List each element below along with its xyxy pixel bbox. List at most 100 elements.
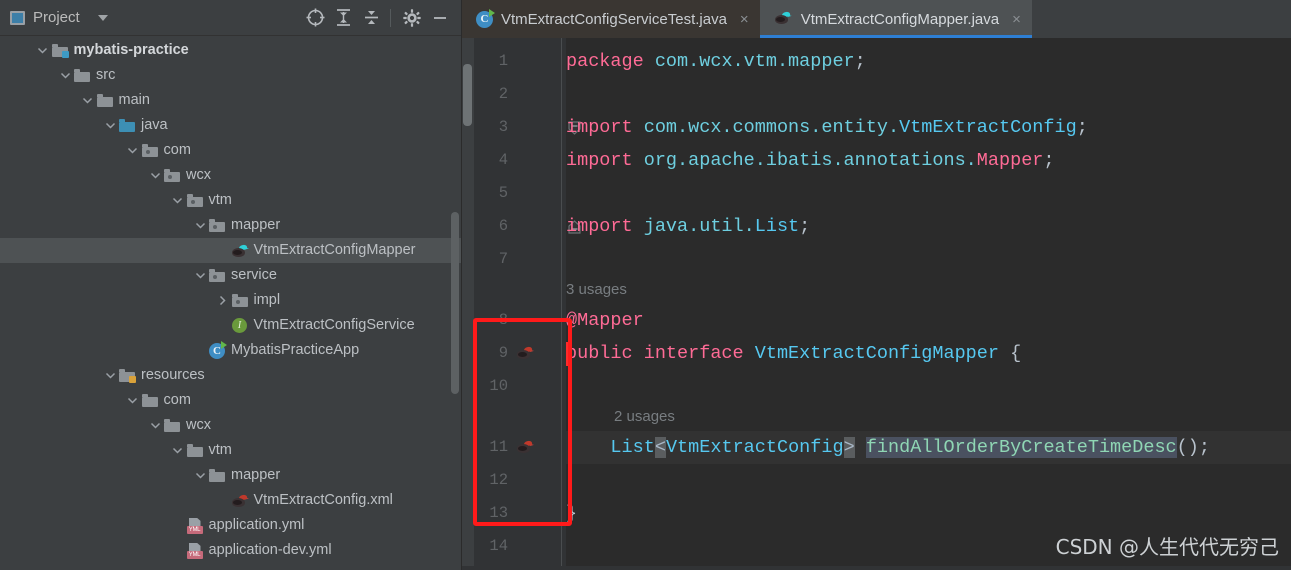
code-token: import [566,216,644,237]
code-line[interactable]: import com.wcx.commons.entity.VtmExtract… [566,111,1291,144]
gear-icon[interactable] [399,5,425,31]
line-number: 12 [489,471,508,489]
tree-row[interactable]: VtmExtractConfig.xml [0,488,461,513]
code-line[interactable] [566,464,1291,497]
code-editor[interactable]: 1 2 3 4 5 6 7 8 9 10 11 12 13 14 package com.wcx.vtm.… [462,38,1291,570]
tree-twisty-placeholder [192,343,208,359]
editor-area: C VtmExtractConfigServiceTest.java × VtmExt… [462,0,1291,570]
chevron-down-icon[interactable] [147,168,163,184]
project-tree-scrollbar[interactable] [451,212,459,394]
code-token: interface [643,343,755,364]
tree-row[interactable]: YML application.yml [0,513,461,538]
tree-row[interactable]: main [0,88,461,113]
mybatis-statement-icon[interactable] [516,337,534,370]
editor-bottom-edge [462,566,1291,570]
project-title: Project [33,9,80,26]
chevron-down-icon[interactable] [97,14,108,21]
tree-row[interactable]: com [0,388,461,413]
chevron-down-icon[interactable] [170,443,186,459]
project-tree-scroll-area[interactable]: mybatis-practice src main java com wcx vtm mapp… [0,36,461,570]
package-icon [208,268,226,284]
tree-row[interactable]: mapper [0,463,461,488]
tree-row[interactable]: com [0,138,461,163]
mybatis-mapper-icon [231,243,249,259]
code-line[interactable] [566,243,1291,276]
tree-row[interactable]: impl [0,288,461,313]
tree-row[interactable]: YML application-dev.yml [0,538,461,563]
code-content[interactable]: package com.wcx.vtm.mapper; import com.wc… [566,38,1291,570]
chevron-down-icon[interactable] [125,143,141,159]
tree-row[interactable]: wcx [0,413,461,438]
chevron-down-icon[interactable] [102,118,118,134]
chevron-down-icon[interactable] [192,218,208,234]
code-line[interactable]: public interface VtmExtractConfigMapper … [566,337,1291,370]
interface-icon: I [231,318,249,334]
expand-all-icon[interactable] [330,5,356,31]
tree-row-label: impl [253,292,281,309]
chevron-down-icon[interactable] [80,93,96,109]
line-number: 4 [498,151,508,169]
tree-row[interactable]: resources [0,363,461,388]
code-line[interactable]: package com.wcx.vtm.mapper; [566,45,1291,78]
chevron-down-icon[interactable] [192,468,208,484]
code-token: List [610,437,655,458]
code-token: VtmExtractConfig [899,117,1077,138]
code-line[interactable]: import java.util.List; [566,210,1291,243]
tree-row-label: VtmExtractConfig.xml [253,492,393,509]
tree-twisty-placeholder [170,518,186,534]
tree-row[interactable]: wcx [0,163,461,188]
chevron-down-icon[interactable] [192,268,208,284]
chevron-down-icon[interactable] [102,368,118,384]
tree-row[interactable]: mybatis-practice [0,38,461,63]
code-line[interactable]: } [566,497,1291,530]
close-icon[interactable]: × [740,12,749,27]
editor-scroll-thumb[interactable] [463,64,472,126]
code-token: VtmExtractConfig [665,437,844,458]
code-line[interactable]: import org.apache.ibatis.annotations.Map… [566,144,1291,177]
tree-row-selected[interactable]: VtmExtractConfigMapper [0,238,461,263]
code-token: ; [1198,437,1210,458]
code-line[interactable] [566,177,1291,210]
minimize-icon[interactable] [427,5,453,31]
line-number: 13 [489,504,508,522]
tree-row[interactable]: service [0,263,461,288]
chevron-right-icon[interactable] [215,293,231,309]
editor-tab[interactable]: VtmExtractConfigMapper.java × [759,0,1033,38]
tree-row[interactable]: src [0,63,461,88]
line-number: 10 [489,377,508,395]
tree-row[interactable]: vtm [0,438,461,463]
chevron-down-icon[interactable] [57,68,73,84]
code-line[interactable]: @Mapper [566,304,1291,337]
fold-region-track [561,38,562,570]
editor-tab[interactable]: C VtmExtractConfigServiceTest.java × [462,0,760,38]
project-title-group[interactable]: Project [10,9,108,26]
yml-file-icon: YML [186,517,204,534]
chevron-down-icon[interactable] [35,43,51,59]
project-icon [10,10,25,25]
inlay-hint-usages[interactable]: 2 usages [566,403,675,431]
close-icon[interactable]: × [1012,12,1021,27]
inlay-hint-usages[interactable]: 3 usages [566,276,627,304]
tree-row-label: mapper [231,467,281,484]
locate-target-icon[interactable] [302,5,328,31]
collapse-all-icon[interactable] [358,5,384,31]
line-number: 11 [489,438,508,456]
mybatis-statement-icon[interactable] [516,431,534,464]
tree-row[interactable]: java [0,113,461,138]
folder-icon [73,68,91,84]
code-token: ; [854,51,866,72]
code-line[interactable] [566,78,1291,111]
chevron-down-icon[interactable] [170,193,186,209]
chevron-down-icon[interactable] [125,393,141,409]
chevron-down-icon[interactable] [147,418,163,434]
code-line[interactable]: List<VtmExtractConfig> findAllOrderByCre… [566,431,1291,464]
tree-row[interactable]: I VtmExtractConfigService [0,313,461,338]
tree-row[interactable]: mapper [0,213,461,238]
editor-tab-label: VtmExtractConfigMapper.java [800,10,1000,28]
editor-gutter[interactable]: 1 2 3 4 5 6 7 8 9 10 11 12 13 14 [474,38,581,570]
tree-row[interactable]: C MybatisPracticeApp [0,338,461,363]
editor-left-scrollbar[interactable] [462,38,474,570]
tree-row[interactable]: vtm [0,188,461,213]
code-line[interactable] [566,370,1291,403]
